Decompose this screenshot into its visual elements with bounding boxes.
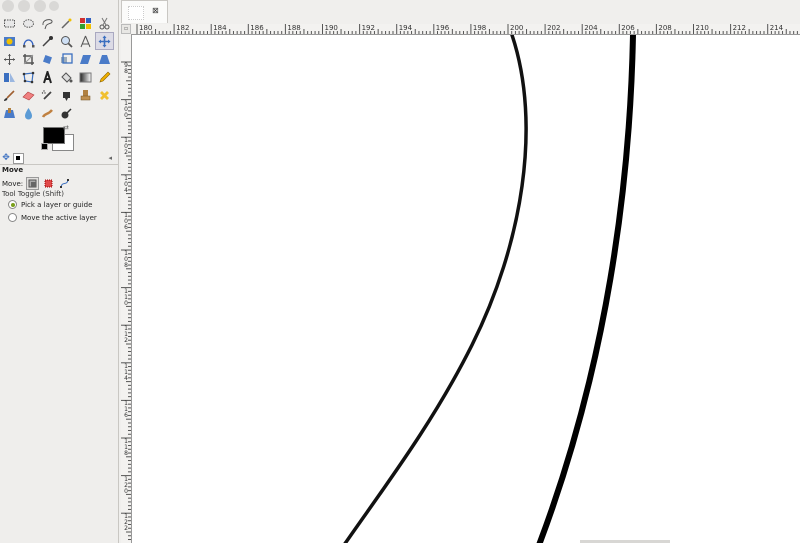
horizontal-ruler: 180 182 184 186 188 190 192 194 196 198 200 202 204 2… — [131, 24, 800, 35]
tool-grid — [0, 14, 114, 122]
pencil-icon[interactable] — [95, 68, 114, 86]
clone-icon[interactable] — [76, 86, 95, 104]
horizontal-ruler-label: 180 — [139, 24, 153, 32]
horizontal-ruler-label: 190 — [324, 24, 338, 32]
shear-icon[interactable] — [76, 50, 95, 68]
fuzzy-select-icon[interactable] — [57, 14, 76, 32]
pick-layer-radio[interactable] — [8, 200, 17, 209]
blur-icon[interactable] — [19, 104, 38, 122]
move-layer-mode-icon[interactable] — [26, 177, 40, 190]
horizontal-ruler-label: 186 — [250, 24, 264, 32]
vertical-ruler-label: 1 1 8 — [124, 438, 128, 457]
horizontal-ruler-label: 212 — [732, 24, 746, 32]
vertical-ruler-label: 1 0 0 — [124, 99, 128, 119]
flip-icon[interactable] — [0, 68, 19, 86]
move-icon[interactable] — [95, 32, 114, 50]
vertical-ruler-label: 1 0 6 — [124, 212, 128, 232]
horizontal-ruler-label: 182 — [176, 24, 190, 32]
zoom-icon[interactable] — [57, 32, 76, 50]
reset-colors-icon[interactable] — [41, 143, 48, 150]
move-selection-mode-icon[interactable] — [42, 177, 55, 190]
dock-config-icon[interactable]: ◂ — [108, 154, 112, 162]
ellipse-select-icon[interactable] — [19, 14, 38, 32]
vertical-ruler-label: 1 2 2 — [124, 513, 128, 533]
horizontal-ruler-label: 204 — [584, 24, 598, 32]
vertical-ruler-label: 1 0 8 — [124, 250, 128, 269]
perspective-clone-icon[interactable] — [0, 104, 19, 122]
horizontal-ruler-label: 208 — [658, 24, 672, 32]
horizontal-ruler-label: 202 — [547, 24, 561, 32]
paintbrush-icon[interactable] — [0, 86, 19, 104]
airbrush-icon[interactable] — [38, 86, 57, 104]
move-path-mode-icon[interactable] — [58, 177, 71, 190]
bucket-fill-icon[interactable] — [57, 68, 76, 86]
image-canvas[interactable] — [132, 35, 800, 543]
move-active-layer-label: Move the active layer — [21, 213, 97, 222]
scissors-icon[interactable] — [95, 14, 114, 32]
canvas-drawing — [343, 35, 636, 543]
device-status-tab-icon[interactable] — [13, 153, 24, 164]
vertical-ruler-label: 9 8 — [124, 62, 128, 75]
tool-options-tab-icon[interactable]: ✥ — [1, 153, 11, 163]
cage-transform-icon[interactable] — [19, 68, 38, 86]
horizontal-ruler-label: 210 — [695, 24, 709, 32]
color-picker-icon[interactable] — [38, 32, 57, 50]
tool-options-title: Move — [2, 166, 24, 174]
image-tab[interactable]: ⊠ — [121, 0, 168, 23]
image-thumbnail — [128, 6, 144, 20]
vertical-ruler-label: 1 0 2 — [124, 137, 128, 157]
close-tab-icon[interactable]: ⊠ — [152, 6, 159, 15]
thin-curve-stroke — [343, 35, 528, 543]
horizontal-ruler-label: 198 — [472, 24, 487, 32]
pick-layer-label: Pick a layer or guide — [21, 200, 93, 209]
vertical-ruler-label: 1 1 2 — [124, 325, 128, 345]
free-select-icon[interactable] — [38, 14, 57, 32]
vertical-ruler-label: 1 2 0 — [124, 475, 128, 495]
horizontal-ruler-label: 214 — [769, 24, 784, 32]
fg-bg-color-selector: ⇄ — [40, 124, 76, 154]
thick-curve-stroke — [536, 35, 636, 543]
move-active-layer-radio[interactable] — [8, 213, 17, 222]
vertical-ruler-label: 1 1 4 — [124, 362, 128, 382]
crop-icon[interactable] — [19, 50, 38, 68]
eraser-icon[interactable] — [19, 86, 38, 104]
paths-icon[interactable] — [19, 32, 38, 50]
horizontal-ruler-label: 194 — [398, 24, 413, 32]
measure-icon[interactable] — [76, 32, 95, 50]
move-label: Move: — [2, 179, 24, 188]
horizontal-ruler-label: 200 — [510, 24, 524, 32]
perspective-icon[interactable] — [95, 50, 114, 68]
vertical-ruler-label: 1 0 4 — [124, 174, 128, 194]
toolbox-panel: ⇄ ✥ ◂ Move Move: Tool Toggle (Shift) Pic… — [0, 0, 119, 543]
rotate-icon[interactable] — [38, 50, 57, 68]
vertical-ruler-label: 1 1 6 — [124, 400, 128, 420]
select-by-color-icon[interactable] — [76, 14, 95, 32]
horizontal-ruler-label: 206 — [621, 24, 635, 32]
foreground-color-swatch[interactable] — [43, 127, 65, 144]
move-mode-row: Move: — [2, 177, 71, 190]
heal-icon[interactable] — [95, 86, 114, 104]
horizontal-ruler-label: 184 — [213, 24, 227, 32]
align-icon[interactable] — [0, 50, 19, 68]
dodge-burn-icon[interactable] — [57, 104, 76, 122]
ink-icon[interactable] — [57, 86, 76, 104]
smudge-icon[interactable] — [38, 104, 57, 122]
rect-select-icon[interactable] — [0, 14, 19, 32]
horizontal-ruler-label: 188 — [287, 24, 301, 32]
blend-icon[interactable] — [76, 68, 95, 86]
dock-tabs: ✥ ◂ — [0, 152, 118, 165]
foreground-select-icon[interactable] — [0, 32, 19, 50]
pick-layer-or-guide-option[interactable]: Pick a layer or guide — [8, 200, 92, 209]
vertical-ruler-label: 1 1 0 — [124, 287, 128, 307]
horizontal-ruler-label: 192 — [361, 24, 375, 32]
vertical-ruler: 9 8 1 0 0 1 0 2 1 0 4 1 0 6 1 0 8 1 1 0 1 1 2 1 … — [121, 34, 132, 543]
swap-colors-icon[interactable]: ⇄ — [63, 124, 69, 132]
tool-toggle-label: Tool Toggle (Shift) — [2, 190, 64, 198]
text-icon[interactable] — [38, 68, 57, 86]
quick-mask-toggle-icon[interactable]: ▫ — [121, 24, 131, 34]
scale-icon[interactable] — [57, 50, 76, 68]
move-active-layer-option[interactable]: Move the active layer — [8, 213, 97, 222]
horizontal-ruler-label: 196 — [435, 24, 450, 32]
